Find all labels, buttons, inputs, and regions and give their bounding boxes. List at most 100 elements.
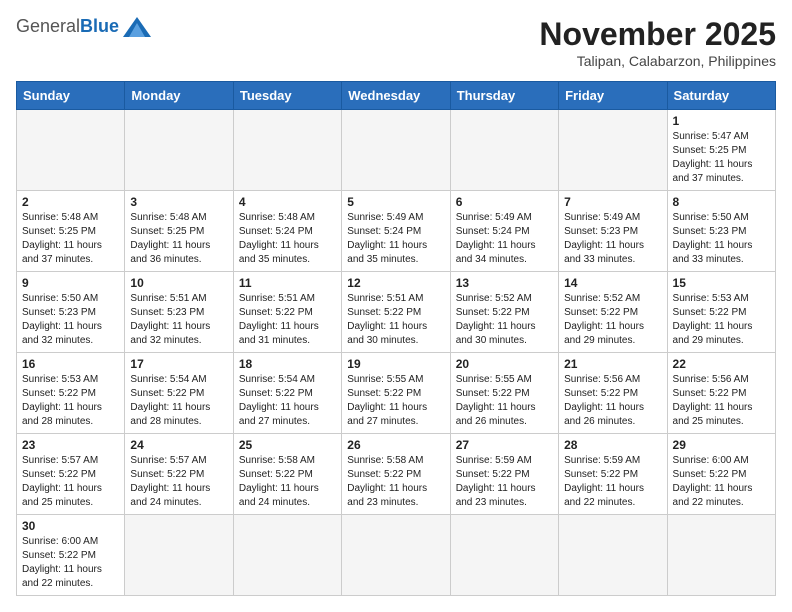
calendar-day-cell: 25 Sunrise: 5:58 AM Sunset: 5:22 PM Dayli…	[233, 434, 341, 515]
day-info: Sunrise: 5:59 AM Sunset: 5:22 PM Dayligh…	[564, 454, 661, 510]
calendar-day-cell	[125, 110, 233, 191]
calendar-day-cell: 12 Sunrise: 5:51 AM Sunset: 5:22 PM Dayli…	[342, 272, 450, 353]
weekday-header: Tuesday	[233, 82, 341, 110]
calendar-day-cell: 8 Sunrise: 5:50 AM Sunset: 5:23 PM Daylig…	[667, 191, 775, 272]
calendar-week-row: 16Sunrise: 5:53 AM Sunset: 5:22 PM Dayli…	[17, 353, 776, 434]
day-info: Sunrise: 6:00 AM Sunset: 5:22 PM Dayligh…	[673, 454, 770, 510]
day-number: 5	[347, 195, 444, 209]
calendar-day-cell	[125, 515, 233, 596]
logo-general-text: General	[16, 16, 80, 37]
day-number: 4	[239, 195, 336, 209]
calendar-day-cell: 20 Sunrise: 5:55 AM Sunset: 5:22 PM Dayli…	[450, 353, 558, 434]
day-number: 22	[673, 357, 770, 371]
day-info: Sunrise: 5:56 AM Sunset: 5:22 PM Dayligh…	[673, 373, 770, 429]
day-number: 11	[239, 276, 336, 290]
calendar-day-cell: 30Sunrise: 6:00 AM Sunset: 5:22 PM Dayli…	[17, 515, 125, 596]
day-info: Sunrise: 5:48 AM Sunset: 5:24 PM Dayligh…	[239, 211, 336, 267]
calendar-day-cell: 23Sunrise: 5:57 AM Sunset: 5:22 PM Dayli…	[17, 434, 125, 515]
day-info: Sunrise: 5:52 AM Sunset: 5:22 PM Dayligh…	[564, 292, 661, 348]
calendar-day-cell: 7 Sunrise: 5:49 AM Sunset: 5:23 PM Daylig…	[559, 191, 667, 272]
day-number: 1	[673, 114, 770, 128]
day-info: Sunrise: 5:50 AM Sunset: 5:23 PM Dayligh…	[673, 211, 770, 267]
day-number: 12	[347, 276, 444, 290]
calendar-day-cell: 1 Sunrise: 5:47 AM Sunset: 5:25 PM Daylig…	[667, 110, 775, 191]
weekday-header: Friday	[559, 82, 667, 110]
day-info: Sunrise: 5:53 AM Sunset: 5:22 PM Dayligh…	[673, 292, 770, 348]
day-number: 20	[456, 357, 553, 371]
calendar-day-cell: 5 Sunrise: 5:49 AM Sunset: 5:24 PM Daylig…	[342, 191, 450, 272]
day-number: 28	[564, 438, 661, 452]
calendar-week-row: 1 Sunrise: 5:47 AM Sunset: 5:25 PM Daylig…	[17, 110, 776, 191]
weekday-header: Sunday	[17, 82, 125, 110]
location-subtitle: Talipan, Calabarzon, Philippines	[539, 53, 776, 69]
calendar-week-row: 23Sunrise: 5:57 AM Sunset: 5:22 PM Dayli…	[17, 434, 776, 515]
day-number: 10	[130, 276, 227, 290]
day-number: 8	[673, 195, 770, 209]
calendar-day-cell: 26 Sunrise: 5:58 AM Sunset: 5:22 PM Dayli…	[342, 434, 450, 515]
day-number: 18	[239, 357, 336, 371]
day-number: 17	[130, 357, 227, 371]
calendar-day-cell: 24Sunrise: 5:57 AM Sunset: 5:22 PM Dayli…	[125, 434, 233, 515]
day-number: 14	[564, 276, 661, 290]
calendar-day-cell	[342, 110, 450, 191]
day-number: 16	[22, 357, 119, 371]
day-info: Sunrise: 5:47 AM Sunset: 5:25 PM Dayligh…	[673, 130, 770, 186]
weekday-header: Saturday	[667, 82, 775, 110]
day-info: Sunrise: 5:58 AM Sunset: 5:22 PM Dayligh…	[347, 454, 444, 510]
weekday-header: Thursday	[450, 82, 558, 110]
day-info: Sunrise: 5:51 AM Sunset: 5:22 PM Dayligh…	[239, 292, 336, 348]
calendar-day-cell: 2 Sunrise: 5:48 AM Sunset: 5:25 PM Daylig…	[17, 191, 125, 272]
day-number: 25	[239, 438, 336, 452]
day-info: Sunrise: 5:49 AM Sunset: 5:23 PM Dayligh…	[564, 211, 661, 267]
calendar-table: SundayMondayTuesdayWednesdayThursdayFrid…	[16, 81, 776, 596]
calendar-day-cell: 15Sunrise: 5:53 AM Sunset: 5:22 PM Dayli…	[667, 272, 775, 353]
day-info: Sunrise: 5:54 AM Sunset: 5:22 PM Dayligh…	[239, 373, 336, 429]
calendar-day-cell: 11 Sunrise: 5:51 AM Sunset: 5:22 PM Dayli…	[233, 272, 341, 353]
day-info: Sunrise: 5:49 AM Sunset: 5:24 PM Dayligh…	[347, 211, 444, 267]
calendar-day-cell: 27 Sunrise: 5:59 AM Sunset: 5:22 PM Dayli…	[450, 434, 558, 515]
day-number: 7	[564, 195, 661, 209]
day-info: Sunrise: 5:59 AM Sunset: 5:22 PM Dayligh…	[456, 454, 553, 510]
calendar-day-cell: 29Sunrise: 6:00 AM Sunset: 5:22 PM Dayli…	[667, 434, 775, 515]
calendar-day-cell: 16Sunrise: 5:53 AM Sunset: 5:22 PM Dayli…	[17, 353, 125, 434]
day-info: Sunrise: 5:48 AM Sunset: 5:25 PM Dayligh…	[130, 211, 227, 267]
calendar-day-cell: 17Sunrise: 5:54 AM Sunset: 5:22 PM Dayli…	[125, 353, 233, 434]
calendar-day-cell	[450, 515, 558, 596]
day-info: Sunrise: 5:55 AM Sunset: 5:22 PM Dayligh…	[456, 373, 553, 429]
weekday-header: Wednesday	[342, 82, 450, 110]
calendar-day-cell: 21 Sunrise: 5:56 AM Sunset: 5:22 PM Dayli…	[559, 353, 667, 434]
calendar-day-cell: 28 Sunrise: 5:59 AM Sunset: 5:22 PM Dayli…	[559, 434, 667, 515]
calendar-day-cell: 13Sunrise: 5:52 AM Sunset: 5:22 PM Dayli…	[450, 272, 558, 353]
day-number: 19	[347, 357, 444, 371]
day-info: Sunrise: 5:56 AM Sunset: 5:22 PM Dayligh…	[564, 373, 661, 429]
calendar-day-cell: 9Sunrise: 5:50 AM Sunset: 5:23 PM Daylig…	[17, 272, 125, 353]
calendar-day-cell: 3 Sunrise: 5:48 AM Sunset: 5:25 PM Daylig…	[125, 191, 233, 272]
day-info: Sunrise: 5:49 AM Sunset: 5:24 PM Dayligh…	[456, 211, 553, 267]
day-number: 24	[130, 438, 227, 452]
calendar-day-cell	[233, 515, 341, 596]
day-number: 21	[564, 357, 661, 371]
day-info: Sunrise: 5:50 AM Sunset: 5:23 PM Dayligh…	[22, 292, 119, 348]
calendar-day-cell	[233, 110, 341, 191]
day-info: Sunrise: 5:52 AM Sunset: 5:22 PM Dayligh…	[456, 292, 553, 348]
logo-icon	[123, 17, 151, 37]
calendar-day-cell	[342, 515, 450, 596]
day-number: 27	[456, 438, 553, 452]
calendar-day-cell: 6Sunrise: 5:49 AM Sunset: 5:24 PM Daylig…	[450, 191, 558, 272]
day-number: 26	[347, 438, 444, 452]
title-area: November 2025 Talipan, Calabarzon, Phili…	[539, 16, 776, 69]
calendar-day-cell	[559, 515, 667, 596]
day-number: 2	[22, 195, 119, 209]
calendar-day-cell: 10Sunrise: 5:51 AM Sunset: 5:23 PM Dayli…	[125, 272, 233, 353]
day-info: Sunrise: 5:48 AM Sunset: 5:25 PM Dayligh…	[22, 211, 119, 267]
day-info: Sunrise: 5:51 AM Sunset: 5:22 PM Dayligh…	[347, 292, 444, 348]
page-header: General Blue November 2025 Talipan, Cala…	[16, 16, 776, 69]
day-info: Sunrise: 5:55 AM Sunset: 5:22 PM Dayligh…	[347, 373, 444, 429]
day-number: 3	[130, 195, 227, 209]
day-number: 23	[22, 438, 119, 452]
calendar-day-cell: 22 Sunrise: 5:56 AM Sunset: 5:22 PM Dayli…	[667, 353, 775, 434]
day-info: Sunrise: 5:58 AM Sunset: 5:22 PM Dayligh…	[239, 454, 336, 510]
calendar-day-cell: 4 Sunrise: 5:48 AM Sunset: 5:24 PM Daylig…	[233, 191, 341, 272]
calendar-day-cell: 19 Sunrise: 5:55 AM Sunset: 5:22 PM Dayli…	[342, 353, 450, 434]
calendar-week-row: 2 Sunrise: 5:48 AM Sunset: 5:25 PM Daylig…	[17, 191, 776, 272]
